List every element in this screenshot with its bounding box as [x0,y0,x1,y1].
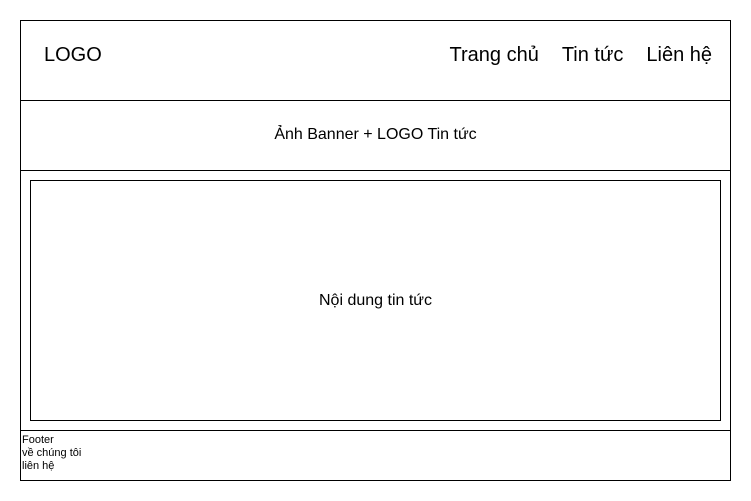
header: LOGO Trang chủ Tin tức Liên hệ [20,20,731,101]
nav-item-tin-tuc[interactable]: Tin tức [562,43,624,67]
footer-link-about[interactable]: về chúng tôi [22,447,81,460]
banner: Ảnh Banner + LOGO Tin tức [20,100,731,171]
logo[interactable]: LOGO [44,43,102,67]
footer-link-contact[interactable]: liên hệ [22,460,81,473]
nav-item-trang-chu[interactable]: Trang chủ [450,43,539,67]
footer-title: Footer [22,434,54,446]
footer-text: Footer về chúng tôi liên hệ [22,434,81,473]
nav-item-lien-he[interactable]: Liên hệ [646,43,712,67]
banner-label: Ảnh Banner + LOGO Tin tức [274,126,477,143]
footer: Footer về chúng tôi liên hệ [20,430,731,481]
nav-menu: Trang chủ Tin tức Liên hệ [450,43,712,67]
content-label: Nội dung tin tức [319,292,432,309]
content-box: Nội dung tin tức [30,180,721,421]
